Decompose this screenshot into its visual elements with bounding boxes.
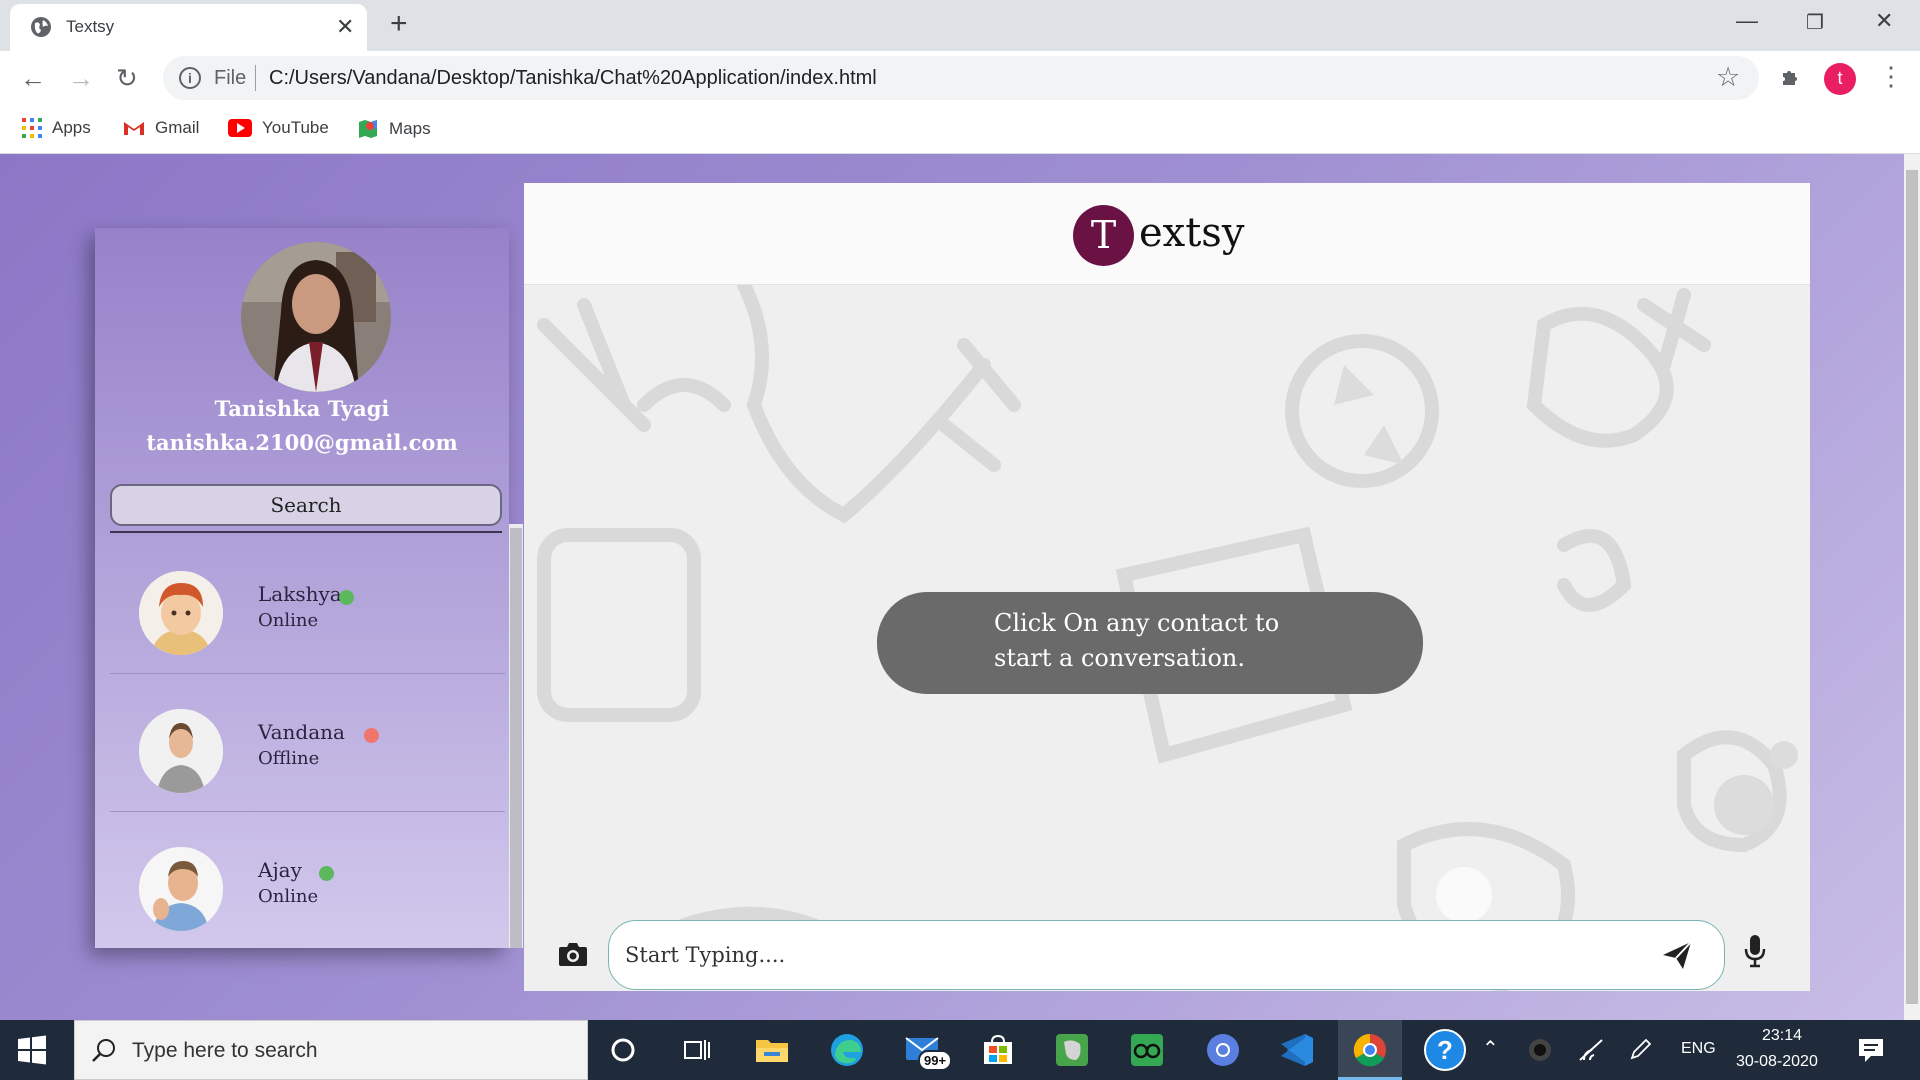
contact-avatar <box>139 709 223 793</box>
chrome-icon <box>1353 1033 1386 1067</box>
search-icon <box>92 1039 115 1062</box>
user-name: Tanishka Tyagi <box>214 396 390 421</box>
contacts-scroll-thumb[interactable] <box>510 528 522 948</box>
tripadvisor-icon[interactable] <box>1127 1030 1167 1070</box>
search-button[interactable]: Search <box>110 484 502 526</box>
tab-title: Textsy <box>66 17 115 36</box>
close-tab-icon[interactable]: ✕ <box>336 14 354 40</box>
chrome-alt-icon[interactable] <box>1203 1030 1243 1070</box>
contact-name: Lakshya <box>258 582 342 606</box>
offline-status-dot <box>364 728 379 743</box>
url-text[interactable]: C:/Users/Vandana/Desktop/Tanishka/Chat%2… <box>269 67 877 90</box>
info-icon[interactable]: i <box>179 67 201 89</box>
vscode-icon[interactable] <box>1277 1030 1317 1070</box>
page-scroll-thumb[interactable] <box>1906 170 1918 1004</box>
taskbar-search-placeholder: Type here to search <box>132 1039 318 1062</box>
microphone-icon[interactable] <box>1742 933 1768 969</box>
evernote-icon[interactable] <box>1052 1030 1092 1070</box>
contact-item-vandana[interactable]: Vandana Offline <box>110 674 505 812</box>
address-bar[interactable]: i File C:/Users/Vandana/Desktop/Tanishka… <box>163 56 1759 100</box>
help-icon[interactable]: ? <box>1423 1028 1467 1072</box>
profile-avatar[interactable]: t <box>1824 63 1856 95</box>
forward-arrow-icon[interactable]: → <box>68 63 94 93</box>
wifi-icon[interactable] <box>1578 1038 1604 1062</box>
browser-tab-strip: Textsy ✕ + — ❐ ✕ <box>0 0 1920 51</box>
bookmark-label: Apps <box>52 118 91 137</box>
close-window-icon[interactable]: ✕ <box>1875 8 1893 34</box>
contact-status: Online <box>258 886 319 907</box>
back-arrow-icon[interactable]: ← <box>20 63 46 93</box>
contacts-sidebar: Tanishka Tyagi tanishka.2100@gmail.com S… <box>95 228 523 950</box>
prompt-line-2: start a conversation. <box>994 644 1246 672</box>
pen-icon[interactable] <box>1628 1038 1652 1062</box>
contact-avatar <box>139 847 223 931</box>
browser-tab[interactable]: Textsy ✕ <box>10 4 367 51</box>
bookmark-maps[interactable]: Maps <box>357 118 431 140</box>
chrome-taskbar-button[interactable] <box>1338 1020 1402 1080</box>
clock-time[interactable]: 23:14 <box>1762 1027 1802 1045</box>
tray-app-icon[interactable] <box>1528 1038 1552 1062</box>
reload-icon[interactable]: ↻ <box>116 63 138 93</box>
start-conversation-prompt: Click On any contact to start a conversa… <box>877 592 1423 694</box>
prompt-line-1: Click On any contact to <box>994 609 1280 637</box>
svg-text:?: ? <box>1437 1035 1453 1065</box>
send-icon[interactable] <box>1661 939 1693 971</box>
restore-icon[interactable]: ❐ <box>1806 10 1824 35</box>
contact-status: Online <box>258 610 319 631</box>
maps-icon <box>359 120 377 138</box>
bookmark-gmail[interactable]: Gmail <box>123 118 199 138</box>
youtube-icon <box>228 119 252 137</box>
mail-count-badge: 99+ <box>918 1050 953 1071</box>
camera-icon[interactable] <box>557 938 589 970</box>
bookmarks-bar: Apps Gmail YouTube Maps <box>0 106 1920 154</box>
url-scheme: File <box>214 67 247 89</box>
clock-date[interactable]: 30-08-2020 <box>1736 1053 1818 1071</box>
contact-name: Vandana <box>258 720 345 744</box>
logo-badge: T <box>1073 205 1134 266</box>
user-avatar <box>241 242 391 392</box>
contact-name: Ajay <box>258 858 302 882</box>
language-indicator[interactable]: ENG <box>1681 1040 1716 1058</box>
bookmark-youtube[interactable]: YouTube <box>228 118 329 138</box>
file-explorer-icon[interactable] <box>752 1030 792 1070</box>
puzzle-piece-icon[interactable] <box>1779 65 1803 89</box>
globe-icon <box>31 17 51 37</box>
mail-app[interactable]: 99+ <box>902 1028 953 1074</box>
browser-toolbar: ← → ↻ i File C:/Users/Vandana/Desktop/Ta… <box>0 51 1920 106</box>
bookmark-star-icon[interactable]: ☆ <box>1716 62 1740 93</box>
task-view-icon[interactable] <box>676 1030 716 1070</box>
bookmark-apps[interactable]: Apps <box>22 118 91 138</box>
bookmark-label: Gmail <box>155 118 200 137</box>
online-status-dot <box>319 866 334 881</box>
bookmark-label: Maps <box>389 119 431 138</box>
contact-item-lakshya[interactable]: Lakshya Online <box>110 536 505 674</box>
contact-status: Offline <box>258 748 320 769</box>
notification-icon[interactable] <box>1857 1037 1885 1063</box>
search-divider <box>110 531 502 533</box>
user-email: tanishka.2100@gmail.com <box>146 430 458 455</box>
new-tab-button[interactable]: + <box>390 8 408 40</box>
contact-item-ajay[interactable]: Ajay Online <box>110 812 505 950</box>
url-divider <box>255 65 256 91</box>
online-status-dot <box>339 590 354 605</box>
bookmark-label: YouTube <box>262 118 329 137</box>
cortana-icon[interactable] <box>603 1030 643 1070</box>
windows-start-icon[interactable] <box>17 1035 47 1065</box>
apps-grid-icon <box>22 118 42 138</box>
tray-chevron-up-icon[interactable]: ⌃ <box>1482 1036 1499 1061</box>
minimize-icon[interactable]: — <box>1736 8 1758 34</box>
contact-avatar <box>139 571 223 655</box>
taskbar-search-box[interactable]: Type here to search <box>74 1020 588 1080</box>
edge-browser-icon[interactable] <box>827 1030 867 1070</box>
store-icon[interactable] <box>978 1030 1018 1070</box>
chat-header: T extsy <box>524 183 1810 285</box>
chat-panel: T extsy Click On any contact to start a … <box>524 183 1810 991</box>
message-input[interactable] <box>608 920 1725 990</box>
logo-text: extsy <box>1139 210 1245 256</box>
windows-taskbar: Type here to search 99+ ? ⌃ ENG 23:14 30… <box>0 1020 1920 1080</box>
app-page: Tanishka Tyagi tanishka.2100@gmail.com S… <box>0 154 1904 1020</box>
gmail-icon <box>124 122 144 135</box>
menu-kebab-icon[interactable]: ⋮ <box>1878 61 1904 91</box>
